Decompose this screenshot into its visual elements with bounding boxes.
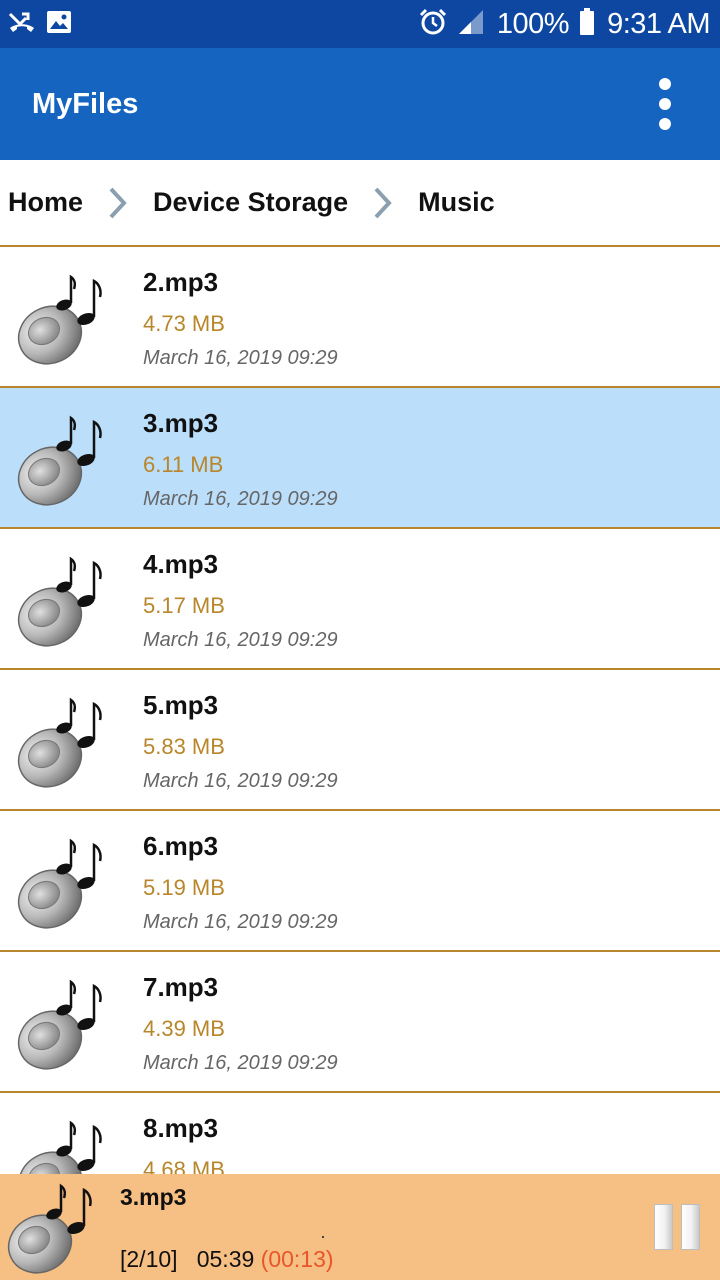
file-name: 8.mp3 — [143, 1113, 219, 1143]
alarm-icon — [419, 8, 447, 41]
battery-percent: 100% — [496, 7, 570, 40]
now-playing-bar[interactable]: 3.mp3 [2/10] 05:39 (00:13) — [0, 1174, 720, 1280]
file-size: 5.19 MB — [143, 875, 225, 900]
file-name: 2.mp3 — [143, 267, 219, 297]
music-file-icon — [14, 275, 102, 367]
file-name: 3.mp3 — [143, 408, 219, 438]
file-row[interactable]: 8.mp3 4.68 MB — [0, 1093, 720, 1174]
music-file-icon — [14, 1121, 102, 1174]
image-icon — [46, 10, 72, 39]
music-file-icon — [14, 698, 102, 790]
music-file-icon — [14, 557, 102, 649]
file-date: March 16, 2019 09:29 — [143, 629, 338, 651]
file-list[interactable]: 2.mp3 4.73 MB March 16, 2019 09:29 3.mp3… — [0, 247, 720, 1174]
track-elapsed: (00:13) — [260, 1246, 334, 1272]
file-name: 4.mp3 — [143, 549, 219, 579]
file-name: 7.mp3 — [143, 972, 219, 1002]
file-size: 5.83 MB — [143, 734, 225, 759]
breadcrumb: Home Device Storage Music — [0, 160, 720, 247]
breadcrumb-device-storage[interactable]: Device Storage — [153, 187, 348, 218]
pause-icon — [654, 1204, 673, 1250]
signal-icon — [457, 8, 485, 41]
file-row[interactable]: 4.mp3 5.17 MB March 16, 2019 09:29 — [0, 529, 720, 670]
battery-icon — [579, 7, 595, 41]
pause-icon-bar — [681, 1204, 700, 1250]
file-size: 6.11 MB — [143, 452, 224, 477]
divider-dot — [322, 1236, 324, 1238]
now-playing-info: [2/10] 05:39 (00:13) — [120, 1246, 334, 1273]
app-bar: MyFiles — [0, 48, 720, 160]
file-date: March 16, 2019 09:29 — [143, 911, 338, 933]
music-file-icon — [14, 416, 102, 508]
file-row[interactable]: 6.mp3 5.19 MB March 16, 2019 09:29 — [0, 811, 720, 952]
status-bar: 100% 9:31 AM — [0, 0, 720, 48]
track-duration: 05:39 — [196, 1246, 255, 1272]
file-row[interactable]: 5.mp3 5.83 MB March 16, 2019 09:29 — [0, 670, 720, 811]
breadcrumb-home[interactable]: Home — [8, 187, 83, 218]
missed-call-icon — [8, 10, 36, 39]
file-name: 5.mp3 — [143, 690, 219, 720]
music-file-icon — [4, 1184, 92, 1278]
music-file-icon — [14, 839, 102, 931]
file-date: March 16, 2019 09:29 — [143, 1052, 338, 1074]
chevron-right-icon — [348, 183, 418, 223]
pause-button[interactable] — [654, 1204, 700, 1252]
clock: 9:31 AM — [607, 7, 710, 40]
file-row-selected[interactable]: 3.mp3 6.11 MB March 16, 2019 09:29 — [0, 388, 720, 529]
track-position: [2/10] — [120, 1246, 178, 1272]
overflow-menu-icon[interactable] — [650, 74, 680, 134]
app-title: MyFiles — [32, 87, 139, 120]
file-date: March 16, 2019 09:29 — [143, 347, 338, 369]
music-file-icon — [14, 980, 102, 1072]
file-size: 4.73 MB — [143, 311, 225, 336]
now-playing-title: 3.mp3 — [120, 1184, 187, 1210]
chevron-right-icon — [83, 183, 153, 223]
file-row[interactable]: 7.mp3 4.39 MB March 16, 2019 09:29 — [0, 952, 720, 1093]
file-size: 4.39 MB — [143, 1016, 225, 1041]
file-name: 6.mp3 — [143, 831, 219, 861]
breadcrumb-music[interactable]: Music — [418, 187, 495, 218]
file-date: March 16, 2019 09:29 — [143, 770, 338, 792]
file-date: March 16, 2019 09:29 — [143, 488, 338, 510]
file-row[interactable]: 2.mp3 4.73 MB March 16, 2019 09:29 — [0, 247, 720, 388]
file-size: 4.68 MB — [143, 1157, 225, 1174]
file-size: 5.17 MB — [143, 593, 225, 618]
